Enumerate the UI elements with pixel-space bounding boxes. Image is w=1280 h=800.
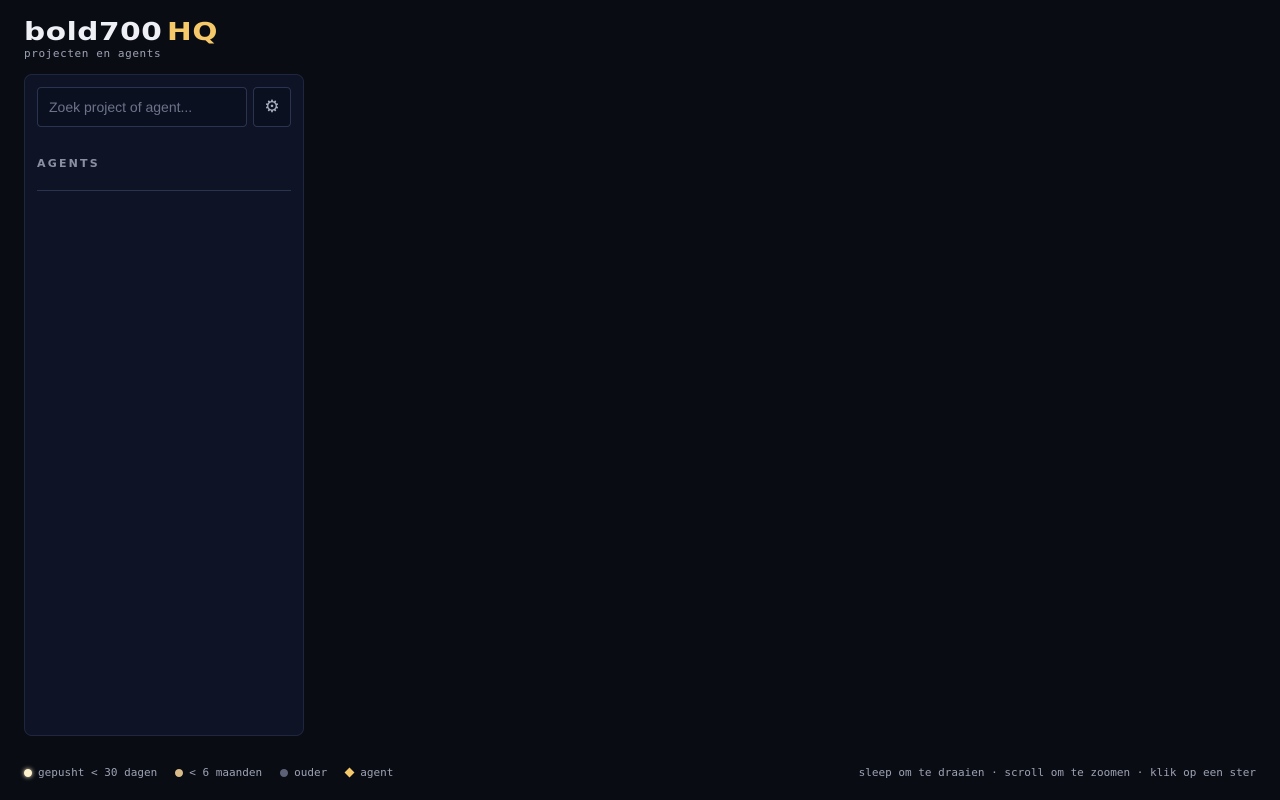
gear-icon: ⚙: [264, 97, 280, 117]
dot-months-icon: [175, 768, 184, 777]
search-row: ⚙: [37, 87, 291, 127]
legend-label: < 6 maanden: [189, 766, 263, 779]
app-subtitle: projecten en agents: [24, 47, 162, 60]
legend-label: gepusht < 30 dagen: [38, 766, 158, 779]
dot-older-icon: [280, 768, 289, 777]
agents-divider: [37, 190, 291, 191]
header: bold700 HQ projecten en agents: [24, 18, 217, 61]
legend-item-older: ouder: [280, 766, 327, 779]
footer: gepusht < 30 dagen < 6 maanden ouder age…: [24, 766, 1256, 779]
legend-item-months: < 6 maanden: [175, 766, 262, 779]
sidebar-panel: ⚙ AGENTS: [24, 74, 304, 736]
dot-recent-icon: [24, 768, 32, 777]
interaction-hint: sleep om te draaien · scroll om te zoome…: [858, 766, 1256, 779]
legend-item-recent: gepusht < 30 dagen: [24, 766, 157, 779]
legend-label: agent: [360, 766, 394, 779]
app-title-accent: HQ: [167, 17, 219, 46]
legend: gepusht < 30 dagen < 6 maanden ouder age…: [24, 766, 411, 779]
legend-label: ouder: [294, 766, 328, 779]
agents-section-title: AGENTS: [37, 157, 100, 170]
app-logo: bold700 HQ: [24, 18, 218, 46]
diamond-icon: [344, 767, 355, 778]
legend-item-agent: agent: [344, 766, 394, 779]
app-title: bold700: [24, 17, 163, 46]
settings-button[interactable]: ⚙: [253, 87, 291, 127]
search-input[interactable]: [37, 87, 247, 127]
